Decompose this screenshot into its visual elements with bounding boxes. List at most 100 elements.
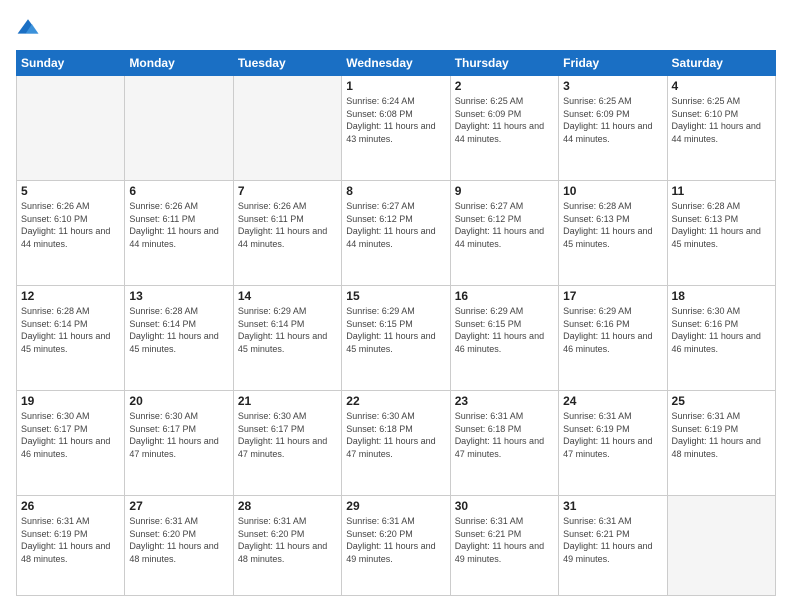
calendar-cell: 4 Sunrise: 6:25 AMSunset: 6:10 PMDaylight… [667,76,775,181]
calendar-cell: 23 Sunrise: 6:31 AMSunset: 6:18 PMDayligh… [450,391,558,496]
day-info: Sunrise: 6:29 AMSunset: 6:15 PMDaylight:… [455,305,554,355]
day-number: 30 [455,499,554,513]
day-info: Sunrise: 6:26 AMSunset: 6:11 PMDaylight:… [129,200,228,250]
calendar-cell: 27 Sunrise: 6:31 AMSunset: 6:20 PMDayligh… [125,496,233,596]
day-number: 31 [563,499,662,513]
weekday-header-sunday: Sunday [17,51,125,76]
calendar-cell: 29 Sunrise: 6:31 AMSunset: 6:20 PMDayligh… [342,496,450,596]
day-info: Sunrise: 6:31 AMSunset: 6:19 PMDaylight:… [21,515,120,565]
calendar-cell: 20Sunrise: 6:30 AMSunset: 6:17 PMDayligh… [125,391,233,496]
day-info: Sunrise: 6:29 AMSunset: 6:14 PMDaylight:… [238,305,337,355]
calendar: SundayMondayTuesdayWednesdayThursdayFrid… [16,50,776,596]
day-info: Sunrise: 6:31 AMSunset: 6:21 PMDaylight:… [563,515,662,565]
day-number: 15 [346,289,445,303]
day-info: Sunrise: 6:25 AMSunset: 6:09 PMDaylight:… [455,95,554,145]
calendar-cell: 26 Sunrise: 6:31 AMSunset: 6:19 PMDayligh… [17,496,125,596]
day-number: 10 [563,184,662,198]
day-number: 18 [672,289,771,303]
weekday-header-wednesday: Wednesday [342,51,450,76]
calendar-cell: 16 Sunrise: 6:29 AMSunset: 6:15 PMDayligh… [450,286,558,391]
day-number: 23 [455,394,554,408]
calendar-cell: 6 Sunrise: 6:26 AMSunset: 6:11 PMDaylight… [125,181,233,286]
day-number: 21 [238,394,337,408]
calendar-cell: 31 Sunrise: 6:31 AMSunset: 6:21 PMDayligh… [559,496,667,596]
calendar-cell: 30 Sunrise: 6:31 AMSunset: 6:21 PMDayligh… [450,496,558,596]
calendar-cell: 28 Sunrise: 6:31 AMSunset: 6:20 PMDayligh… [233,496,341,596]
day-info: Sunrise: 6:31 AMSunset: 6:20 PMDaylight:… [238,515,337,565]
header [16,16,776,40]
day-number: 26 [21,499,120,513]
calendar-cell: 2 Sunrise: 6:25 AMSunset: 6:09 PMDaylight… [450,76,558,181]
day-info: Sunrise: 6:31 AMSunset: 6:19 PMDaylight:… [563,410,662,460]
day-info: Sunrise: 6:28 AMSunset: 6:14 PMDaylight:… [21,305,120,355]
weekday-header-saturday: Saturday [667,51,775,76]
calendar-cell: 9 Sunrise: 6:27 AMSunset: 6:12 PMDaylight… [450,181,558,286]
day-number: 9 [455,184,554,198]
day-info: Sunrise: 6:25 AMSunset: 6:09 PMDaylight:… [563,95,662,145]
day-info: Sunrise: 6:30 AMSunset: 6:17 PMDaylight:… [129,410,228,460]
day-number: 3 [563,79,662,93]
calendar-cell: 14 Sunrise: 6:29 AMSunset: 6:14 PMDayligh… [233,286,341,391]
day-number: 17 [563,289,662,303]
day-info: Sunrise: 6:28 AMSunset: 6:13 PMDaylight:… [672,200,771,250]
day-number: 24 [563,394,662,408]
calendar-cell: 5 Sunrise: 6:26 AMSunset: 6:10 PMDaylight… [17,181,125,286]
weekday-header-row: SundayMondayTuesdayWednesdayThursdayFrid… [17,51,776,76]
day-number: 1 [346,79,445,93]
day-info: Sunrise: 6:27 AMSunset: 6:12 PMDaylight:… [455,200,554,250]
day-info: Sunrise: 6:25 AMSunset: 6:10 PMDaylight:… [672,95,771,145]
day-number: 6 [129,184,228,198]
week-row-2: 5 Sunrise: 6:26 AMSunset: 6:10 PMDaylight… [17,181,776,286]
day-number: 12 [21,289,120,303]
day-info: Sunrise: 6:30 AMSunset: 6:16 PMDaylight:… [672,305,771,355]
week-row-4: 19 Sunrise: 6:30 AMSunset: 6:17 PMDayligh… [17,391,776,496]
calendar-cell: 19 Sunrise: 6:30 AMSunset: 6:17 PMDayligh… [17,391,125,496]
weekday-header-monday: Monday [125,51,233,76]
day-number: 14 [238,289,337,303]
calendar-cell: 7Sunrise: 6:26 AMSunset: 6:11 PMDaylight… [233,181,341,286]
day-number: 25 [672,394,771,408]
logo [16,16,44,40]
day-number: 29 [346,499,445,513]
calendar-cell: 21Sunrise: 6:30 AMSunset: 6:17 PMDayligh… [233,391,341,496]
day-info: Sunrise: 6:24 AMSunset: 6:08 PMDaylight:… [346,95,445,145]
day-info: Sunrise: 6:27 AMSunset: 6:12 PMDaylight:… [346,200,445,250]
day-number: 2 [455,79,554,93]
calendar-cell: 22 Sunrise: 6:30 AMSunset: 6:18 PMDayligh… [342,391,450,496]
day-info: Sunrise: 6:30 AMSunset: 6:18 PMDaylight:… [346,410,445,460]
calendar-cell: 1 Sunrise: 6:24 AMSunset: 6:08 PMDaylight… [342,76,450,181]
calendar-cell: 15Sunrise: 6:29 AMSunset: 6:15 PMDayligh… [342,286,450,391]
day-number: 19 [21,394,120,408]
calendar-cell: 13 Sunrise: 6:28 AMSunset: 6:14 PMDayligh… [125,286,233,391]
week-row-1: 1 Sunrise: 6:24 AMSunset: 6:08 PMDaylight… [17,76,776,181]
calendar-cell: 17 Sunrise: 6:29 AMSunset: 6:16 PMDayligh… [559,286,667,391]
calendar-cell: 18 Sunrise: 6:30 AMSunset: 6:16 PMDayligh… [667,286,775,391]
day-number: 28 [238,499,337,513]
day-info: Sunrise: 6:26 AMSunset: 6:10 PMDaylight:… [21,200,120,250]
calendar-cell: 8 Sunrise: 6:27 AMSunset: 6:12 PMDaylight… [342,181,450,286]
calendar-cell [667,496,775,596]
day-info: Sunrise: 6:31 AMSunset: 6:20 PMDaylight:… [129,515,228,565]
day-info: Sunrise: 6:31 AMSunset: 6:20 PMDaylight:… [346,515,445,565]
day-number: 16 [455,289,554,303]
day-info: Sunrise: 6:31 AMSunset: 6:19 PMDaylight:… [672,410,771,460]
calendar-cell: 12 Sunrise: 6:28 AMSunset: 6:14 PMDayligh… [17,286,125,391]
day-info: Sunrise: 6:26 AMSunset: 6:11 PMDaylight:… [238,200,337,250]
day-number: 13 [129,289,228,303]
day-number: 4 [672,79,771,93]
calendar-cell: 3 Sunrise: 6:25 AMSunset: 6:09 PMDaylight… [559,76,667,181]
calendar-cell: 11Sunrise: 6:28 AMSunset: 6:13 PMDayligh… [667,181,775,286]
day-info: Sunrise: 6:30 AMSunset: 6:17 PMDaylight:… [21,410,120,460]
day-info: Sunrise: 6:31 AMSunset: 6:18 PMDaylight:… [455,410,554,460]
day-info: Sunrise: 6:29 AMSunset: 6:16 PMDaylight:… [563,305,662,355]
day-number: 27 [129,499,228,513]
week-row-3: 12 Sunrise: 6:28 AMSunset: 6:14 PMDayligh… [17,286,776,391]
logo-icon [16,16,40,40]
day-number: 22 [346,394,445,408]
day-number: 5 [21,184,120,198]
weekday-header-thursday: Thursday [450,51,558,76]
day-info: Sunrise: 6:28 AMSunset: 6:14 PMDaylight:… [129,305,228,355]
day-info: Sunrise: 6:31 AMSunset: 6:21 PMDaylight:… [455,515,554,565]
day-number: 8 [346,184,445,198]
calendar-cell: 24 Sunrise: 6:31 AMSunset: 6:19 PMDayligh… [559,391,667,496]
